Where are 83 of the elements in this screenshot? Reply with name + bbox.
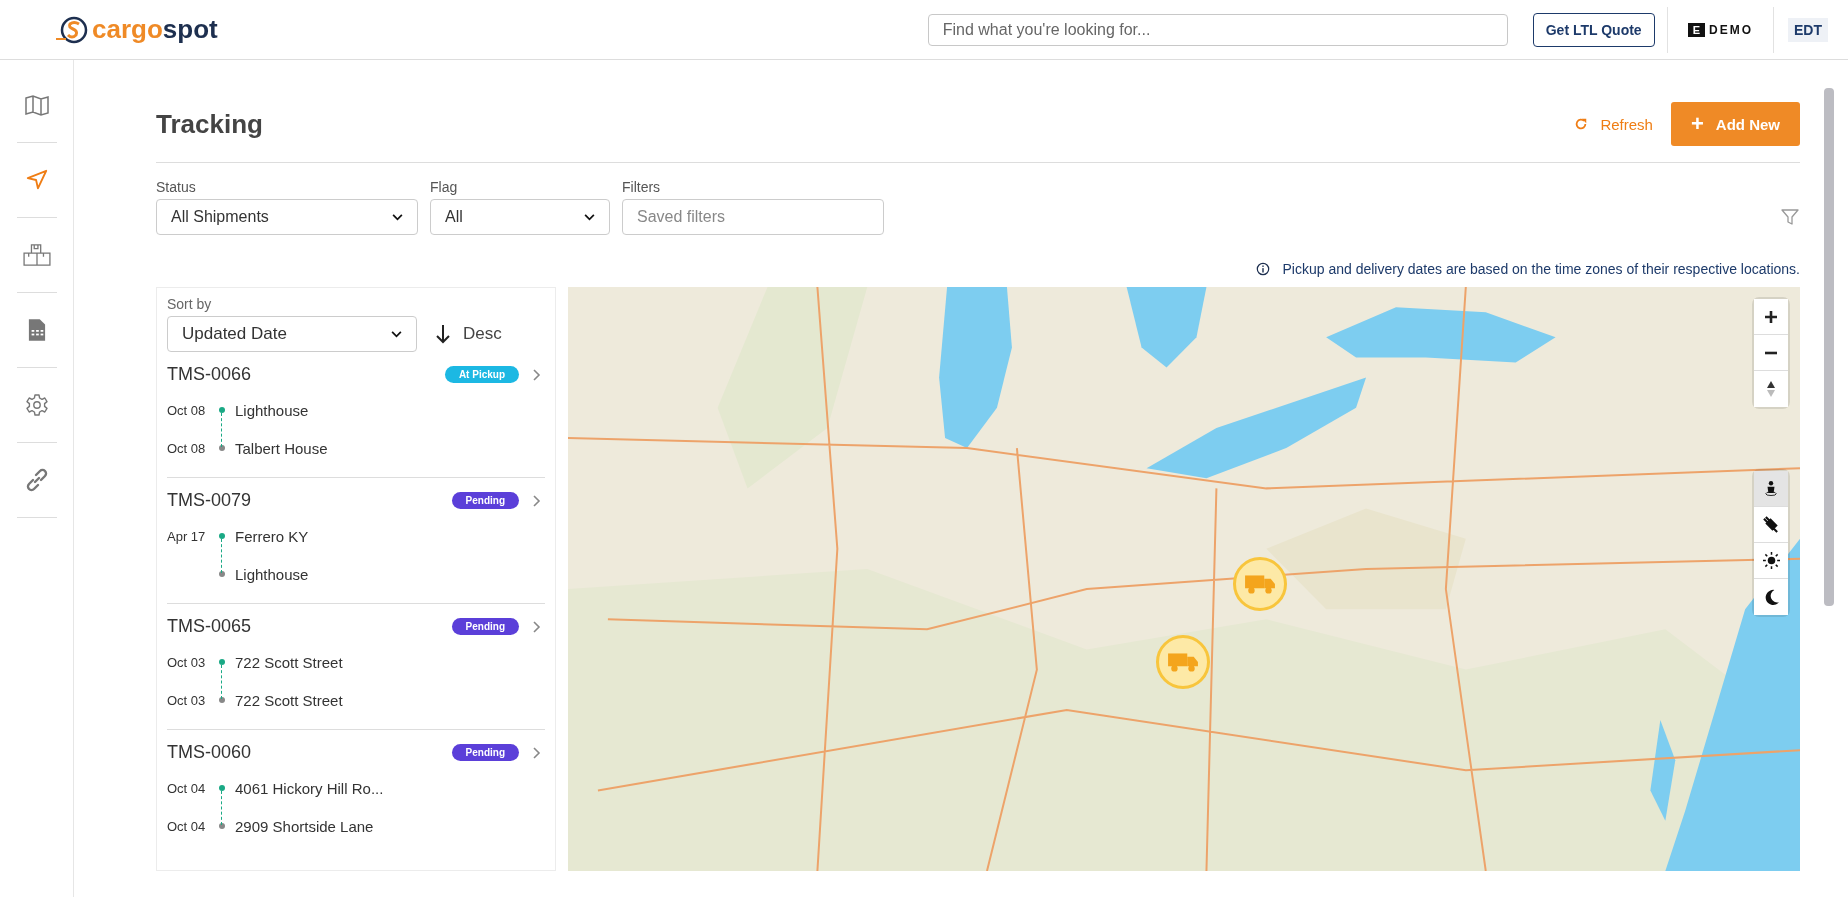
stop-date: Oct 04 bbox=[167, 818, 207, 834]
person-icon bbox=[1764, 480, 1778, 497]
status-badge: Pending bbox=[451, 492, 519, 509]
shipment-id: TMS-0065 bbox=[167, 616, 253, 637]
stop-place: Lighthouse bbox=[235, 565, 309, 583]
stop-dot-icon bbox=[219, 533, 225, 539]
stop-date: Oct 03 bbox=[167, 654, 207, 670]
plus-icon bbox=[1764, 309, 1778, 324]
chevron-down-icon bbox=[584, 213, 595, 221]
quote-button[interactable]: Get LTL Quote bbox=[1532, 12, 1655, 47]
stop-place: 4061 Hickory Hill Ro... bbox=[235, 779, 384, 797]
navigation-arrow-icon[interactable] bbox=[24, 168, 49, 192]
dropdown-value: Updated Date bbox=[182, 324, 287, 344]
chevron-right-icon bbox=[533, 494, 541, 507]
stop-date: Oct 08 bbox=[167, 440, 207, 456]
stop-place: 722 Scott Street bbox=[235, 653, 343, 671]
status-badge: At Pickup bbox=[444, 366, 519, 383]
filter-dropdown[interactable]: All bbox=[430, 199, 610, 235]
shipment-id: TMS-0079 bbox=[167, 490, 253, 511]
shipment-card[interactable]: TMS-0066 At Pickup Oct 08 Lighthouse Oct 08 Talbert House bbox=[167, 352, 545, 478]
status-badge: Pending bbox=[451, 744, 519, 761]
stop-dot-icon bbox=[219, 571, 225, 577]
stop-date: Oct 04 bbox=[167, 780, 207, 796]
zoom-in-button[interactable] bbox=[1754, 299, 1788, 335]
sort-dropdown[interactable]: Updated Date bbox=[167, 316, 417, 352]
boxes-icon[interactable] bbox=[21, 243, 52, 267]
map-icon[interactable] bbox=[23, 94, 50, 116]
spreadsheet-file-icon[interactable] bbox=[27, 318, 46, 342]
shipment-id: TMS-0066 bbox=[167, 364, 253, 385]
filter-icon[interactable] bbox=[1780, 207, 1800, 227]
stop-dot-icon bbox=[219, 407, 225, 413]
chevron-right-icon bbox=[533, 368, 541, 381]
company-logo-mark: E bbox=[1687, 22, 1705, 37]
stop-date: Oct 03 bbox=[167, 692, 207, 708]
shipment-id: TMS-0060 bbox=[167, 742, 253, 763]
logo-text: spot bbox=[162, 14, 218, 45]
scrollbar-thumb[interactable] bbox=[1824, 88, 1834, 606]
chevron-down-icon bbox=[392, 213, 403, 221]
chevron-right-icon bbox=[533, 620, 541, 633]
search-field[interactable]: Find what you're looking for... bbox=[927, 13, 1508, 46]
shipment-card[interactable]: TMS-0079 Pending Apr 17 Ferrero KY Lighthouse bbox=[167, 478, 545, 604]
page-title: Tracking bbox=[156, 108, 263, 140]
sort-direction-button[interactable]: Desc bbox=[429, 323, 508, 345]
dropdown-value: All Shipments bbox=[171, 208, 269, 226]
timezone-note: Pickup and delivery dates are based on the time zones of their respective locations. bbox=[1282, 261, 1800, 277]
info-icon bbox=[1256, 262, 1271, 276]
stop-place: Ferrero KY bbox=[235, 527, 309, 545]
status-badge: Pending bbox=[451, 618, 519, 635]
stop-place: 2909 Shortside Lane bbox=[235, 817, 374, 835]
saved-filters-field[interactable]: Saved filters bbox=[622, 199, 884, 235]
satellite-icon bbox=[1762, 516, 1780, 533]
company-name: DEMO bbox=[1709, 22, 1753, 37]
sort-label: Sort by bbox=[167, 296, 212, 312]
logo-icon bbox=[56, 14, 90, 45]
truck-icon bbox=[1244, 573, 1276, 595]
refresh-icon bbox=[1574, 117, 1589, 131]
truck-icon bbox=[1167, 651, 1199, 673]
stop-dot-icon bbox=[219, 445, 225, 451]
arrow-down-icon bbox=[435, 324, 451, 344]
filter-dropdown[interactable]: All Shipments bbox=[156, 199, 418, 235]
stop-place: 722 Scott Street bbox=[235, 691, 343, 709]
compass-icon bbox=[1766, 380, 1776, 398]
filter-label: Filters bbox=[622, 179, 662, 195]
dropdown-value: All bbox=[445, 208, 463, 226]
stop-dot-icon bbox=[219, 659, 225, 665]
stop-dot-icon bbox=[219, 823, 225, 829]
filter-label: Flag bbox=[430, 179, 459, 195]
filter-label: Status bbox=[156, 179, 197, 195]
stop-place: Lighthouse bbox=[235, 401, 309, 419]
timezone-badge: EDT bbox=[1788, 17, 1828, 42]
stop-dot-icon bbox=[219, 697, 225, 703]
stop-dot-icon bbox=[219, 785, 225, 791]
chevron-down-icon bbox=[391, 330, 402, 338]
sun-icon bbox=[1762, 552, 1780, 569]
stop-place: Talbert House bbox=[235, 439, 328, 457]
shipment-card[interactable]: TMS-0065 Pending Oct 03 722 Scott Street Oct 03 722 Scott Street bbox=[167, 604, 545, 730]
shipment-card[interactable]: TMS-0060 Pending Oct 04 4061 Hickory Hill Ro... Oct 04 2909 Shortside Lane bbox=[167, 730, 545, 855]
chevron-right-icon bbox=[533, 746, 541, 759]
settings-icon[interactable] bbox=[24, 393, 49, 417]
terrain-style-button[interactable] bbox=[1754, 471, 1788, 507]
stop-date: Oct 08 bbox=[167, 402, 207, 418]
logo-text: cargo bbox=[92, 14, 163, 45]
stop-date: Apr 17 bbox=[167, 528, 207, 544]
